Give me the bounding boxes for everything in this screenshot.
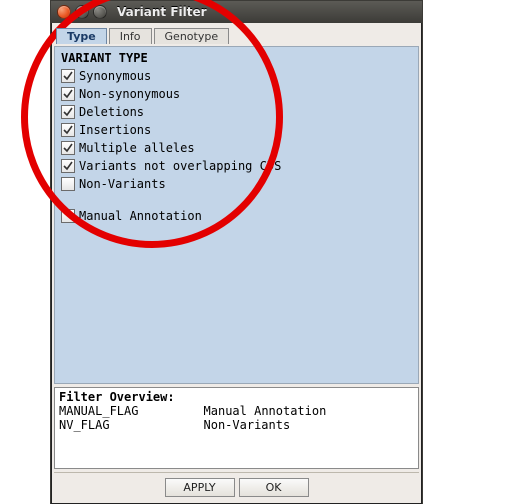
overview-row: MANUAL_FLAG Manual Annotation — [59, 404, 326, 418]
filter-row-multiple-alleles: Multiple alleles — [61, 139, 412, 157]
section-title: VARIANT TYPE — [61, 51, 412, 65]
tab-info[interactable]: Info — [109, 28, 152, 44]
filter-row-synonymous: Synonymous — [61, 67, 412, 85]
checkbox-non-synonymous[interactable] — [61, 87, 75, 101]
filter-row-non-synonymous: Non-synonymous — [61, 85, 412, 103]
checkbox-non-variants[interactable] — [61, 177, 75, 191]
filter-row-non-variants: Non-Variants — [61, 175, 412, 193]
filter-label: Multiple alleles — [79, 141, 195, 155]
filter-label: Manual Annotation — [79, 209, 202, 223]
filter-label: Non-synonymous — [79, 87, 180, 101]
overview-row: NV_FLAG Non-Variants — [59, 418, 290, 432]
checkbox-synonymous[interactable] — [61, 69, 75, 83]
checkbox-multiple-alleles[interactable] — [61, 141, 75, 155]
tab-genotype[interactable]: Genotype — [154, 28, 230, 44]
filter-row-not-overlapping-cds: Variants not overlapping CDS — [61, 157, 412, 175]
overview-title: Filter Overview: — [59, 390, 175, 404]
filter-row-manual-annotation: Manual Annotation — [61, 207, 412, 225]
filter-label: Deletions — [79, 105, 144, 119]
button-bar: APPLY OK — [54, 472, 419, 501]
tab-strip: Type Info Genotype — [54, 25, 419, 43]
apply-button[interactable]: APPLY — [165, 478, 235, 497]
titlebar: Variant Filter — [51, 1, 422, 23]
minimize-icon[interactable] — [75, 5, 89, 19]
filter-label: Variants not overlapping CDS — [79, 159, 281, 173]
window-buttons — [57, 5, 107, 19]
filter-label: Synonymous — [79, 69, 151, 83]
variant-filter-window: Variant Filter Type Info Genotype VARIAN… — [50, 0, 423, 504]
checkbox-insertions[interactable] — [61, 123, 75, 137]
filter-label: Non-Variants — [79, 177, 166, 191]
filter-row-deletions: Deletions — [61, 103, 412, 121]
checkbox-manual-annotation[interactable] — [61, 209, 75, 223]
checkbox-not-overlapping-cds[interactable] — [61, 159, 75, 173]
filter-overview: Filter Overview: MANUAL_FLAG Manual Anno… — [54, 387, 419, 469]
filter-label: Insertions — [79, 123, 151, 137]
type-panel: VARIANT TYPE Synonymous Non-synonymous D… — [54, 46, 419, 384]
maximize-icon[interactable] — [93, 5, 107, 19]
checkbox-deletions[interactable] — [61, 105, 75, 119]
filter-row-insertions: Insertions — [61, 121, 412, 139]
window-title: Variant Filter — [117, 5, 207, 19]
client-area: Type Info Genotype VARIANT TYPE Synonymo… — [51, 23, 422, 504]
close-icon[interactable] — [57, 5, 71, 19]
ok-button[interactable]: OK — [239, 478, 309, 497]
tab-type[interactable]: Type — [56, 28, 107, 44]
